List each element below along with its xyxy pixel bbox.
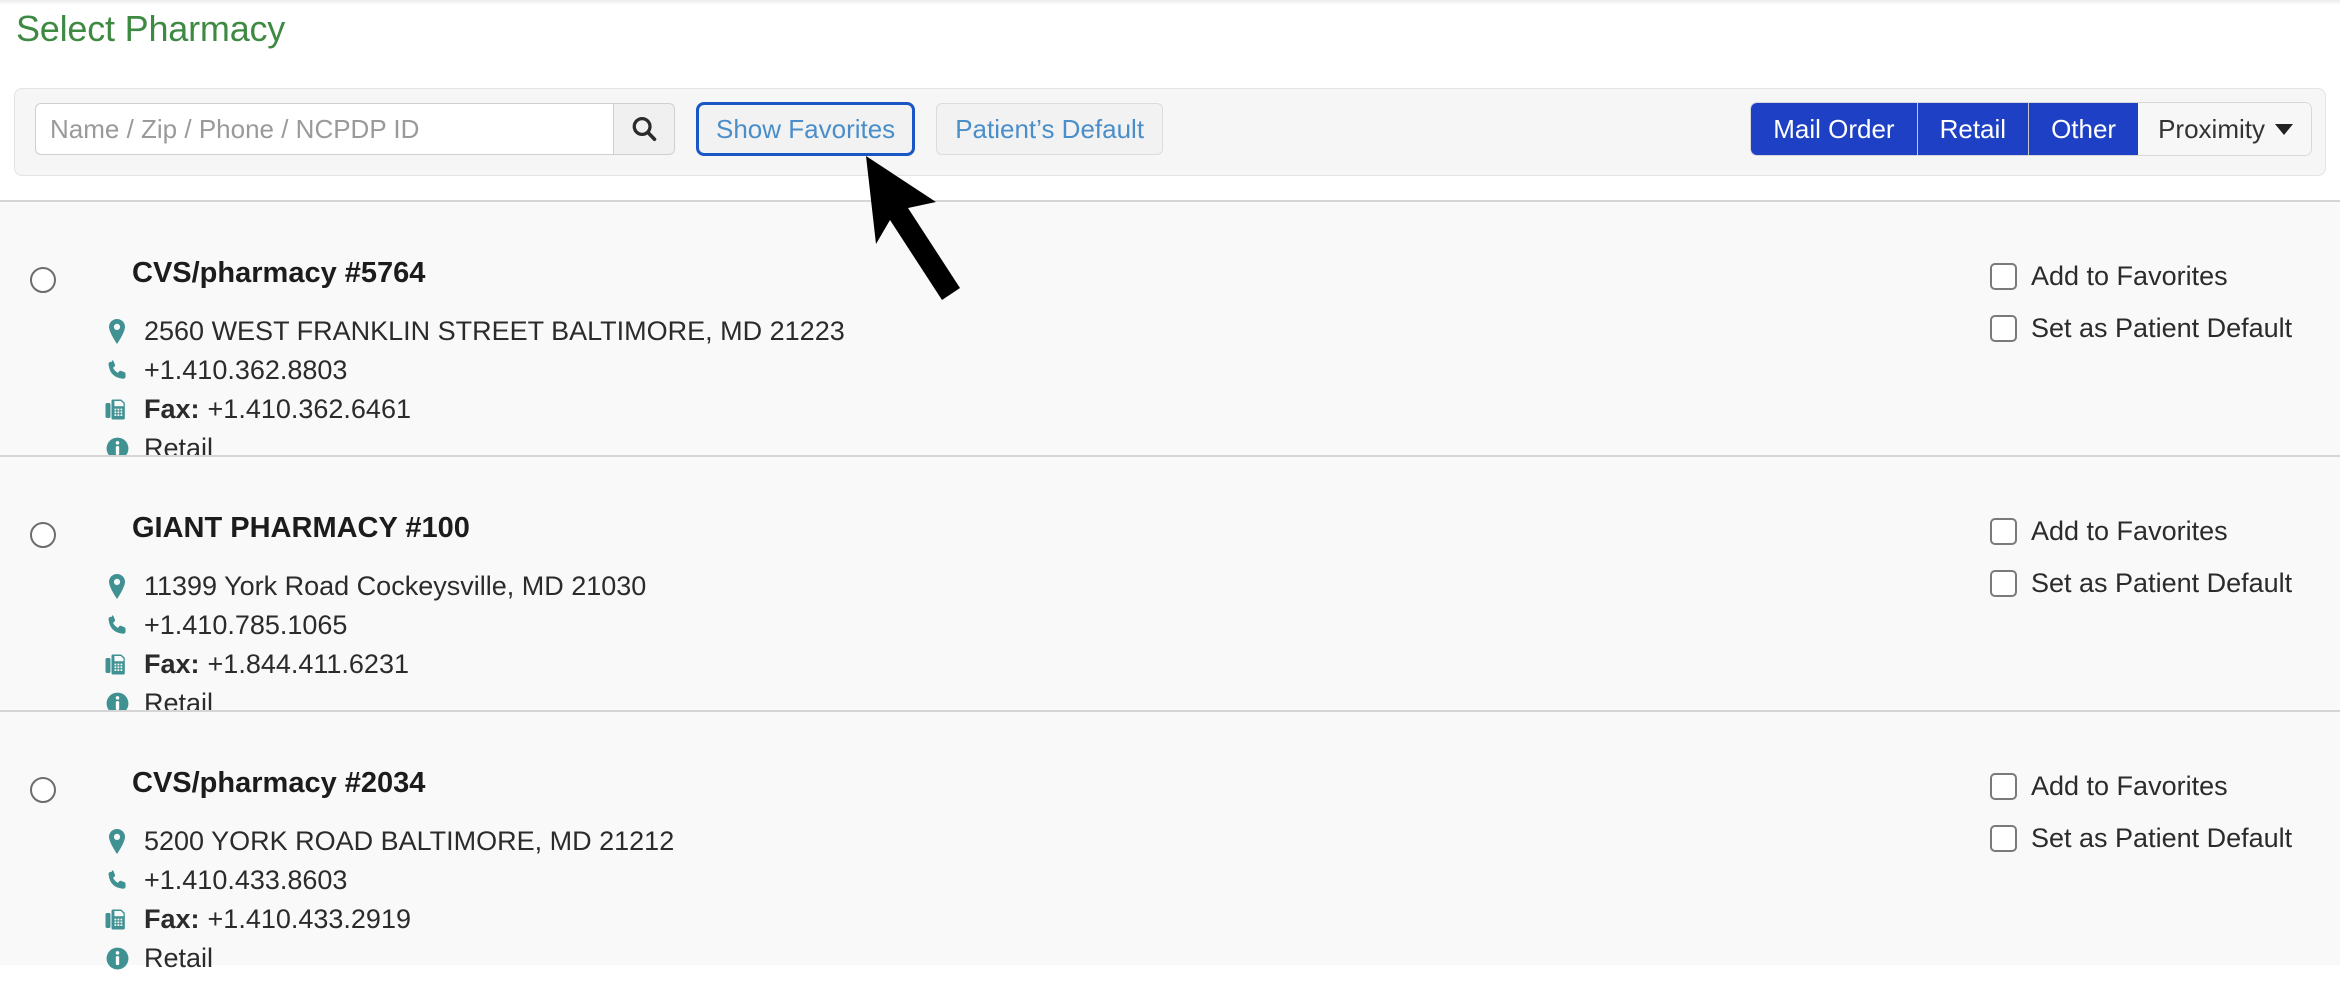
pharmacy-phone: +1.410.785.1065: [144, 610, 348, 640]
pharmacy-fax: +1.410.362.6461: [207, 394, 411, 424]
phone-icon: [100, 613, 134, 638]
pharmacy-name: CVS/pharmacy #5764: [132, 257, 426, 289]
pharmacy-results-list: CVS/pharmacy #5764 2560 WEST FRANKLIN ST…: [0, 200, 2340, 973]
set-as-patient-default-checkbox[interactable]: [1990, 569, 2017, 597]
set-as-patient-default-checkbox[interactable]: [1990, 314, 2017, 342]
add-to-favorites-label: Add to Favorites: [2031, 260, 2228, 291]
search-icon: [629, 114, 659, 144]
show-favorites-button[interactable]: Show Favorites: [695, 102, 916, 156]
pharmacy-phone-line: +1.410.433.8603: [100, 861, 674, 900]
add-to-favorites-label: Add to Favorites: [2031, 770, 2228, 801]
proximity-sort-label: Proximity: [2158, 113, 2265, 144]
row-actions: Add to Favorites Set as Patient Default: [1990, 250, 2340, 354]
add-to-favorites-label: Add to Favorites: [2031, 515, 2228, 546]
pharmacy-fax: +1.844.411.6231: [207, 649, 409, 679]
row-actions: Add to Favorites Set as Patient Default: [1990, 760, 2340, 864]
fax-icon: [100, 907, 134, 933]
pharmacy-fax-line: Fax: +1.410.433.2919: [100, 900, 674, 939]
row-actions: Add to Favorites Set as Patient Default: [1990, 505, 2340, 609]
table-row[interactable]: CVS/pharmacy #5764 2560 WEST FRANKLIN ST…: [0, 200, 2340, 463]
location-pin-icon: [100, 573, 134, 601]
chevron-down-icon: [2275, 123, 2293, 135]
select-pharmacy-radio[interactable]: [30, 777, 56, 803]
pharmacy-phone: +1.410.362.8803: [144, 355, 348, 385]
add-to-favorites-row[interactable]: Add to Favorites: [1990, 250, 2340, 302]
pharmacy-address: 2560 WEST FRANKLIN STREET BALTIMORE, MD …: [144, 316, 845, 346]
location-pin-icon: [100, 318, 134, 346]
set-as-patient-default-checkbox[interactable]: [1990, 824, 2017, 852]
fax-icon: [100, 397, 134, 423]
filter-other-button[interactable]: Other: [2029, 103, 2139, 155]
pharmacy-address-line: 5200 YORK ROAD BALTIMORE, MD 21212: [100, 822, 674, 861]
filter-mail-order-button[interactable]: Mail Order: [1751, 103, 1918, 155]
select-pharmacy-radio[interactable]: [30, 267, 56, 293]
pharmacy-address-line: 11399 York Road Cockeysville, MD 21030: [100, 567, 646, 606]
proximity-sort-dropdown[interactable]: Proximity: [2138, 103, 2311, 155]
phone-icon: [100, 358, 134, 383]
add-to-favorites-checkbox[interactable]: [1990, 262, 2017, 290]
select-pharmacy-page: Select Pharmacy Show Favorites Patient’s…: [0, 0, 2340, 1002]
pharmacy-address-line: 2560 WEST FRANKLIN STREET BALTIMORE, MD …: [100, 312, 845, 351]
pharmacy-details: 11399 York Road Cockeysville, MD 21030 +…: [100, 567, 646, 723]
set-as-patient-default-row[interactable]: Set as Patient Default: [1990, 812, 2340, 864]
add-to-favorites-checkbox[interactable]: [1990, 772, 2017, 800]
table-row[interactable]: GIANT PHARMACY #100 11399 York Road Cock…: [0, 455, 2340, 718]
pharmacy-fax-label: Fax:: [144, 649, 200, 679]
location-pin-icon: [100, 828, 134, 856]
add-to-favorites-row[interactable]: Add to Favorites: [1990, 760, 2340, 812]
set-as-patient-default-label: Set as Patient Default: [2031, 567, 2293, 598]
page-title: Select Pharmacy: [16, 8, 286, 49]
set-as-patient-default-row[interactable]: Set as Patient Default: [1990, 557, 2340, 609]
pharmacy-fax-label: Fax:: [144, 394, 200, 424]
pharmacy-address: 5200 YORK ROAD BALTIMORE, MD 21212: [144, 826, 675, 856]
pharmacy-type: Retail: [144, 943, 214, 973]
filter-button-group: Mail Order Retail Other Proximity: [1751, 103, 2311, 155]
search-toolbar: Show Favorites Patient’s Default Mail Or…: [14, 88, 2326, 176]
toolbar-left-group: Show Favorites Patient’s Default: [35, 102, 1164, 156]
pharmacy-fax-label: Fax:: [144, 904, 200, 934]
table-row[interactable]: CVS/pharmacy #2034 5200 YORK ROAD BALTIM…: [0, 710, 2340, 973]
phone-icon: [100, 868, 134, 893]
add-to-favorites-checkbox[interactable]: [1990, 517, 2017, 545]
info-circle-icon: [100, 946, 134, 971]
window-top-strip: [0, 0, 2340, 5]
set-as-patient-default-row[interactable]: Set as Patient Default: [1990, 302, 2340, 354]
pharmacy-details: 5200 YORK ROAD BALTIMORE, MD 21212 +1.41…: [100, 822, 674, 978]
pharmacy-fax-line: Fax: +1.844.411.6231: [100, 645, 646, 684]
pharmacy-phone-line: +1.410.785.1065: [100, 606, 646, 645]
pharmacy-phone: +1.410.433.8603: [144, 865, 348, 895]
pharmacy-fax: +1.410.433.2919: [207, 904, 411, 934]
pharmacy-fax-line: Fax: +1.410.362.6461: [100, 390, 845, 429]
search-group: [35, 103, 675, 155]
fax-icon: [100, 652, 134, 678]
pharmacy-type-line: Retail: [100, 939, 674, 978]
filter-retail-button[interactable]: Retail: [1917, 103, 2030, 155]
search-button[interactable]: [613, 103, 675, 155]
add-to-favorites-row[interactable]: Add to Favorites: [1990, 505, 2340, 557]
pharmacy-name: GIANT PHARMACY #100: [132, 512, 470, 544]
pharmacy-phone-line: +1.410.362.8803: [100, 351, 845, 390]
pharmacy-address: 11399 York Road Cockeysville, MD 21030: [144, 571, 647, 601]
set-as-patient-default-label: Set as Patient Default: [2031, 822, 2293, 853]
pharmacy-details: 2560 WEST FRANKLIN STREET BALTIMORE, MD …: [100, 312, 845, 468]
pharmacy-name: CVS/pharmacy #2034: [132, 767, 426, 799]
select-pharmacy-radio[interactable]: [30, 522, 56, 548]
set-as-patient-default-label: Set as Patient Default: [2031, 312, 2293, 343]
patients-default-button[interactable]: Patient’s Default: [936, 103, 1164, 155]
search-input[interactable]: [35, 103, 613, 155]
